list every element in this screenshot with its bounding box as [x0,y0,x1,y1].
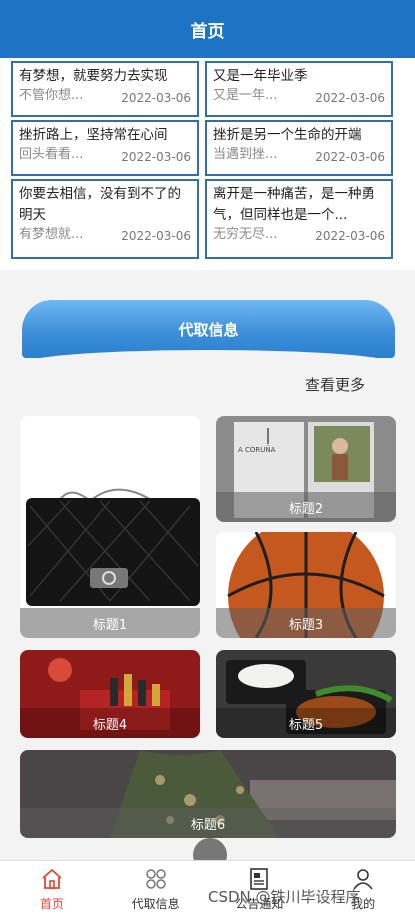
card-caption: 标题5 [216,708,396,738]
info-card-5[interactable]: 标题5 [216,650,396,738]
notice-title: 挫折路上，坚持常在心间 [19,127,168,143]
section-banner: 代取信息 [22,300,395,364]
notice-item[interactable]: 挫折路上，坚持常在心间 回头看看... 2022-03-06 [11,120,199,176]
view-more-link[interactable]: 查看更多 [305,374,365,395]
card-caption: 标题2 [216,492,396,522]
notice-date: 2022-03-06 [315,150,385,164]
notice-item[interactable]: 挫折是另一个生命的开端 当遇到挫... 2022-03-06 [205,120,393,176]
handbag-photo [20,416,200,638]
notice-date: 2022-03-06 [121,91,191,105]
notice-title: 离开是一种痛苦，是一种勇气，但同样也是一个... [213,186,375,223]
notice-date: 2022-03-06 [315,91,385,105]
tab-home[interactable]: 首页 [0,861,104,919]
notice-title: 有梦想，就要努力去实现 [19,68,168,84]
notice-date: 2022-03-06 [121,150,191,164]
watermark: CSDN @铁川毕设程序 [208,888,361,906]
section-title: 代取信息 [178,320,239,339]
page-title: 首页 [190,21,225,42]
notice-title: 又是一年毕业季 [213,68,308,84]
notice-item[interactable]: 有梦想，就要努力去实现 不管你想... 2022-03-06 [11,61,199,117]
info-card-1[interactable]: 标题1 [20,416,200,638]
info-card-3[interactable]: 标题3 [216,532,396,638]
notice-date: 2022-03-06 [121,229,191,243]
notice-item[interactable]: 你要去相信，没有到不了的明天 有梦想就... 2022-03-06 [11,179,199,259]
info-card-2[interactable]: A CORUÑA 标题2 [216,416,396,522]
card-caption: 标题1 [20,608,200,638]
info-card-6[interactable]: 标题6 [20,750,396,838]
card-caption: 标题4 [20,708,200,738]
notice-date: 2022-03-06 [315,229,385,243]
tab-label: 首页 [39,897,64,911]
tab-label: 代取信息 [131,897,180,911]
svg-text:A CORUÑA: A CORUÑA [238,445,276,454]
info-card-4[interactable]: 标题4 [20,650,200,738]
notice-list: 有梦想，就要努力去实现 不管你想... 2022-03-06 又是一年毕业季 又… [0,58,415,270]
grid-icon [145,869,166,889]
notice-item[interactable]: 离开是一种痛苦，是一种勇气，但同样也是一个... 无穷无尽... 2022-03… [205,179,393,259]
home-icon [42,868,62,889]
notice-title: 挫折是另一个生命的开端 [213,127,362,143]
notice-title: 你要去相信，没有到不了的明天 [19,186,181,223]
page-header: 首页 [0,0,415,58]
card-caption: 标题3 [216,608,396,638]
tab-pickup-info[interactable]: 代取信息 [104,861,208,919]
notice-item[interactable]: 又是一年毕业季 又是一年... 2022-03-06 [205,61,393,117]
card-caption: 标题6 [20,808,396,838]
